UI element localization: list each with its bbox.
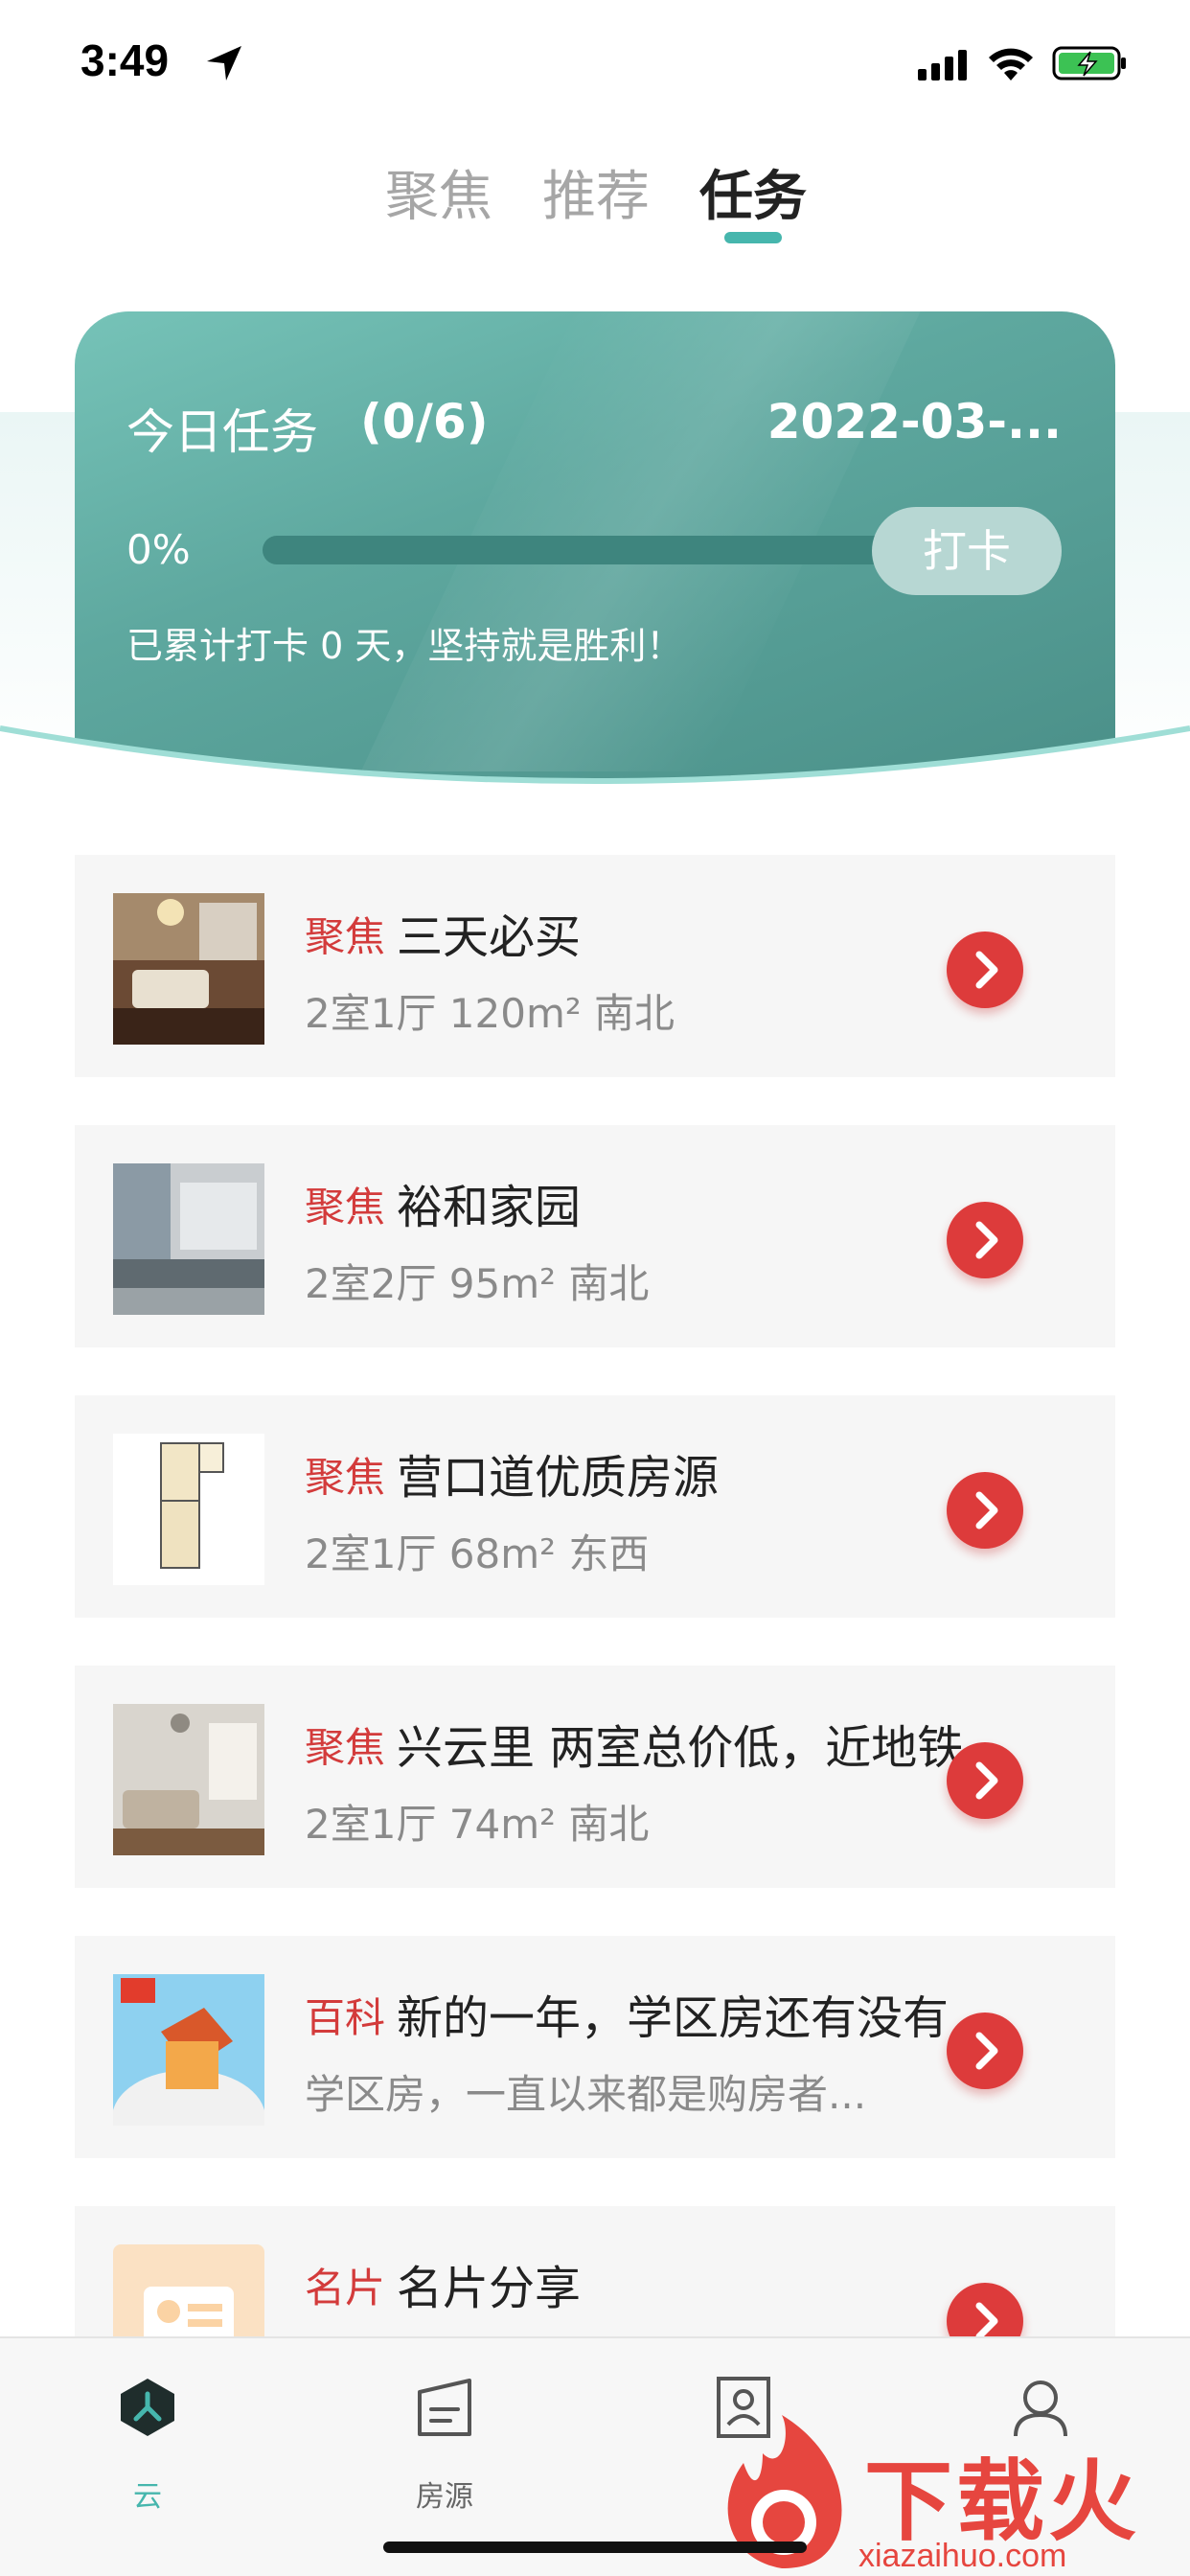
item-subtitle: 2室2厅 95m² 南北 (305, 1260, 650, 1307)
tab-focus[interactable]: 聚焦 (385, 153, 492, 231)
item-title: 三天必买 (397, 910, 582, 964)
chevron-right-icon (975, 1491, 998, 1530)
item-arrow-button[interactable] (947, 932, 1023, 1008)
watermark-url: xiazaihuo.com (858, 2538, 1067, 2574)
list-item[interactable]: 聚焦 兴云里 两室总价低，近地铁 2室1厅 74m² 南北 (75, 1666, 1115, 1888)
building-icon (418, 2379, 471, 2436)
thumbnail-kitchen (113, 1163, 264, 1315)
item-title: 名片分享 (397, 2262, 582, 2315)
item-tag: 聚焦 (305, 1454, 386, 1501)
thumbnail-school-house (113, 1974, 264, 2126)
task-progress-bar (263, 536, 922, 564)
nav-item-cloud[interactable]: 云 (61, 2367, 234, 2514)
chevron-right-icon (975, 1761, 998, 1800)
item-arrow-button[interactable] (947, 1472, 1023, 1549)
item-subtitle: 2室1厅 68m² 东西 (305, 1530, 650, 1577)
wifi-icon (989, 48, 1033, 80)
top-tab-bar: 聚焦 推荐 任务 (0, 153, 1190, 249)
task-title: 今日任务 (126, 404, 318, 460)
list-item[interactable]: 聚焦 三天必买 2室1厅 120m² 南北 (75, 855, 1115, 1077)
thumbnail-floor-plan (113, 1434, 264, 1585)
item-arrow-button[interactable] (947, 2012, 1023, 2089)
item-tag: 百科 (305, 1994, 386, 2041)
item-title: 营口道优质房源 (397, 1451, 720, 1505)
list-item[interactable]: 聚焦 营口道优质房源 2室1厅 68m² 东西 (75, 1395, 1115, 1618)
chevron-right-icon (975, 2032, 998, 2070)
item-subtitle: 2室1厅 120m² 南北 (305, 990, 675, 1037)
item-title: 新的一年，学区房还有没有 (397, 1991, 950, 2045)
tab-task[interactable]: 任务 (699, 153, 807, 231)
task-percent: 0% (126, 526, 191, 573)
thumbnail-living-room (113, 893, 264, 1045)
home-indicator (383, 2542, 807, 2553)
thumbnail-living-room-2 (113, 1704, 264, 1855)
active-tab-indicator (724, 232, 782, 243)
checkin-streak-note: 已累计打卡 0 天，坚持就是胜利！ (126, 625, 683, 667)
location-arrow-icon (207, 46, 241, 80)
cellular-signal-icon (918, 50, 967, 80)
item-title: 裕和家园 (397, 1181, 582, 1234)
item-tag: 名片 (305, 2265, 386, 2312)
cloud-hex-icon (121, 2379, 174, 2436)
item-subtitle: 学区房，一直以来都是购房者... (305, 2071, 867, 2118)
checkin-button[interactable]: 打卡 (872, 507, 1062, 595)
item-subtitle: 2室1厅 74m² 南北 (305, 1801, 650, 1848)
list-item[interactable]: 聚焦 裕和家园 2室2厅 95m² 南北 (75, 1125, 1115, 1347)
task-date: 2022-03-... (767, 394, 1062, 449)
nav-label-listings: 房源 (416, 2480, 473, 2514)
item-tag: 聚焦 (305, 1724, 386, 1771)
item-arrow-button[interactable] (947, 1742, 1023, 1819)
item-tag: 聚焦 (305, 913, 386, 960)
chevron-right-icon (975, 951, 998, 989)
card-bottom-wave (0, 725, 1190, 805)
battery-charging-icon (1052, 46, 1126, 80)
status-bar: 3:49 (0, 0, 1190, 126)
item-arrow-button[interactable] (947, 1202, 1023, 1278)
chevron-right-icon (975, 1221, 998, 1259)
status-time: 3:49 (80, 35, 170, 85)
nav-label-cloud: 云 (133, 2480, 162, 2514)
item-title: 兴云里 两室总价低，近地铁 (397, 1721, 964, 1775)
item-tag: 聚焦 (305, 1184, 386, 1230)
list-item[interactable]: 百科 新的一年，学区房还有没有 学区房，一直以来都是购房者... (75, 1936, 1115, 2158)
task-count: (0/6) (360, 394, 489, 449)
tab-recommend[interactable]: 推荐 (542, 153, 650, 231)
nav-item-listings[interactable]: 房源 (358, 2367, 531, 2514)
